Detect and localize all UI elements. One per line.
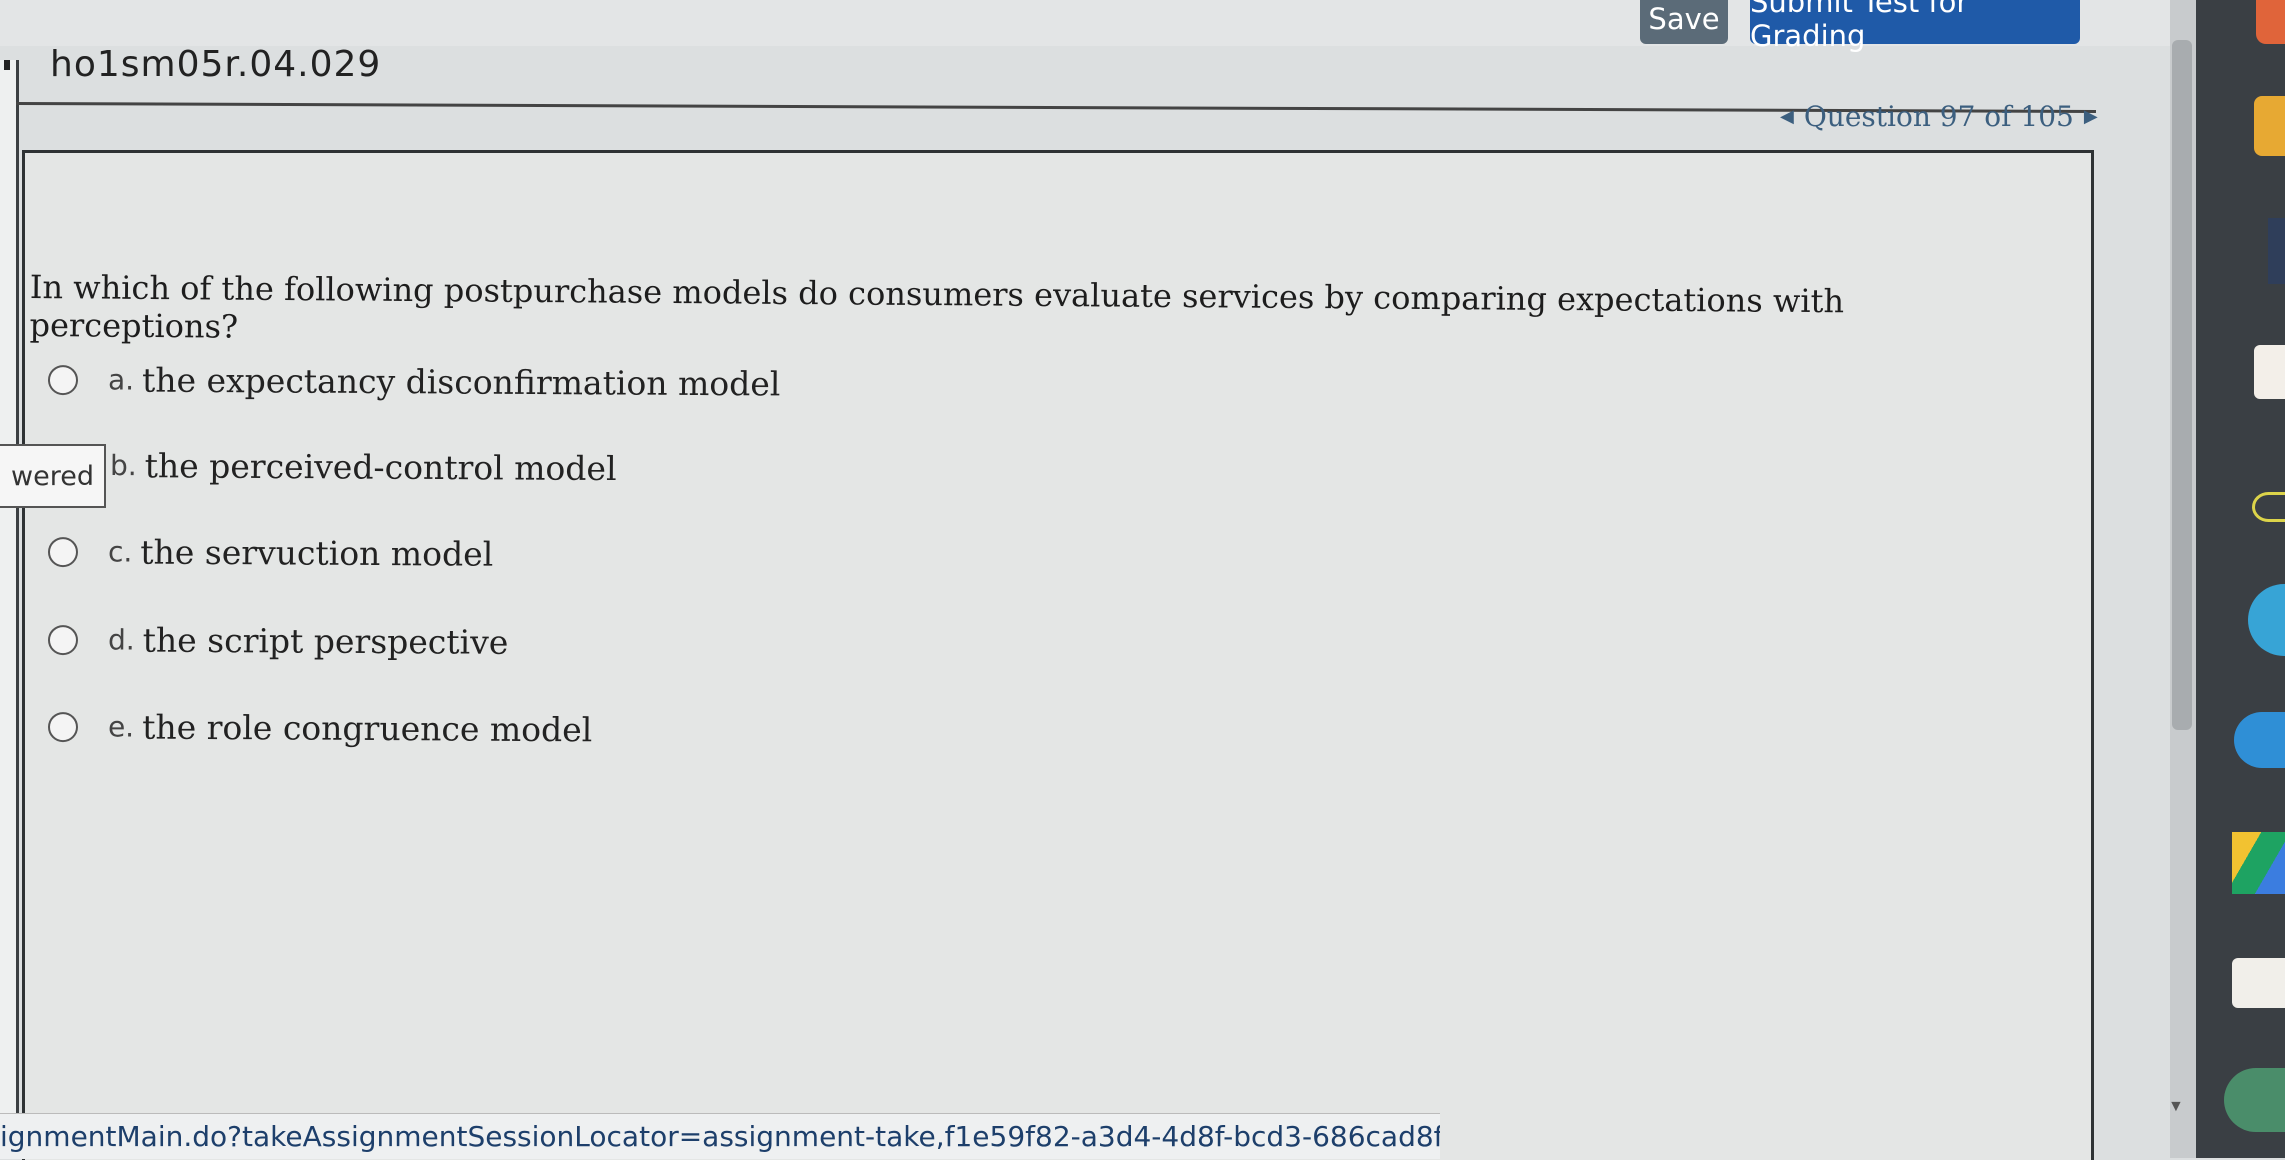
top-toolbar: Save Submit Test for Grading [0,0,2195,53]
scrollbar-thumb[interactable] [2172,40,2192,730]
status-bar-url: ignmentMain.do?takeAssignmentSessionLoca… [0,1113,1440,1159]
assignment-title: ho1sm05r.04.029 [50,44,382,85]
option-text: the expectancy disconfirmation model [141,360,781,404]
notes-icon[interactable] [2232,958,2285,1008]
save-button[interactable]: Save [1640,0,1728,44]
option-letter: d. [107,623,135,657]
bookmark-icon[interactable] [2268,218,2285,284]
drive-icon[interactable] [2232,832,2285,894]
bing-icon[interactable] [2248,584,2285,656]
option-letter: c. [107,535,133,569]
chevron-down-icon[interactable] [2224,1068,2285,1132]
option-letter: a. [107,363,135,397]
flag-icon[interactable] [2254,345,2285,399]
a-badge-icon[interactable] [2254,96,2285,156]
option-text: the servuction model [140,532,494,574]
option-text: the perceived-control model [144,446,617,489]
question-navigator: ◀ Question 97 of 105 ▶ [1780,100,2098,133]
option-letter: e. [107,710,135,744]
radio-d[interactable] [47,624,79,655]
radio-c[interactable] [47,536,79,567]
previous-question-icon[interactable]: ◀ [1780,106,1794,127]
question-text: In which of the following postpurchase m… [29,268,1845,346]
submit-test-button[interactable]: Submit Test for Grading [1750,0,2080,53]
option-letter: b. [109,449,137,483]
question-counter: Question 97 of 105 [1803,100,2074,133]
menu-dot-icon [4,60,10,70]
app-sidebar [2196,0,2285,1158]
option-b[interactable]: b. the perceived-control model [110,446,617,488]
option-a[interactable]: a. the expectancy disconfirmation model [47,360,781,404]
radio-e[interactable] [47,711,79,742]
answered-tag: wered [0,444,106,508]
option-text: the role congruence model [142,707,593,750]
option-text: the script perspective [142,620,509,662]
option-e[interactable]: e. the role congruence model [47,707,593,750]
option-d[interactable]: d. the script perspective [47,620,509,662]
option-c[interactable]: c. the servuction model [47,532,494,574]
cloud-icon[interactable] [2234,712,2285,768]
radio-a[interactable] [47,364,79,395]
app-top-icon[interactable] [2256,0,2285,44]
next-question-icon[interactable]: ▶ [2084,106,2098,127]
left-panel-edge [0,60,19,1140]
scroll-down-arrow-icon[interactable]: ▼ [2168,1098,2184,1116]
broadcast-icon[interactable] [2252,492,2285,522]
